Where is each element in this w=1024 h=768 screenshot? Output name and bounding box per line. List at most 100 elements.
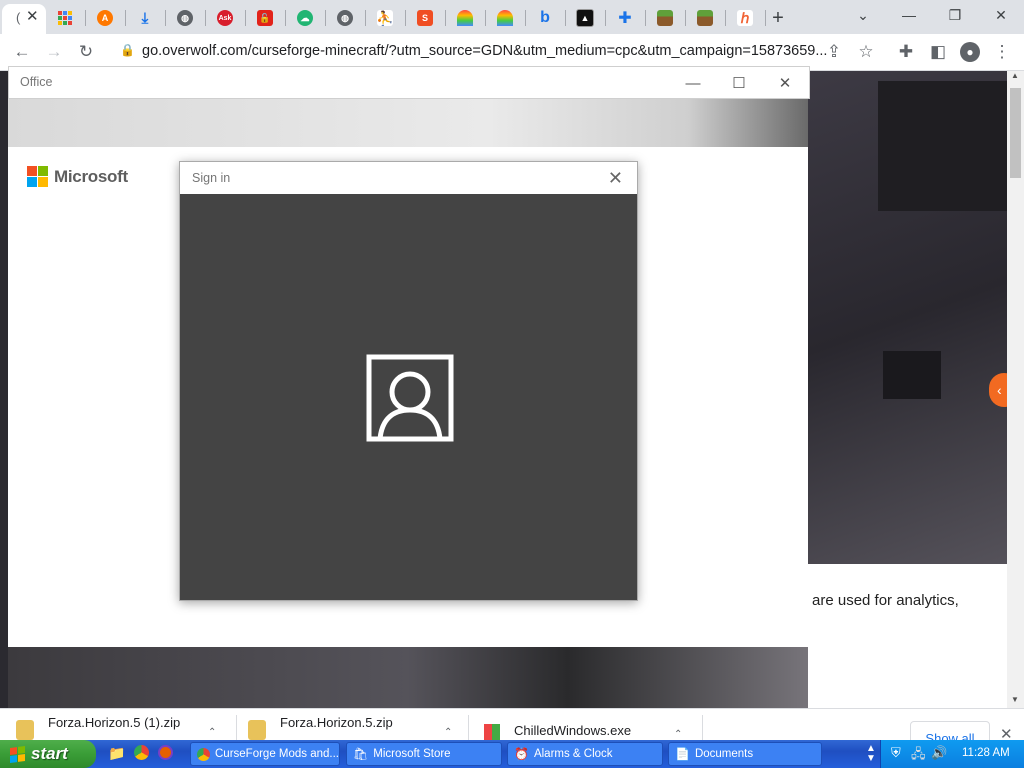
active-tab[interactable]: ( ✕ (2, 4, 46, 34)
chevron-left-icon: ‹ (997, 382, 1002, 398)
office-close-button[interactable]: ✕ (762, 69, 808, 97)
folder-icon[interactable]: 📁 (108, 745, 125, 762)
taskbar-item-alarms-clock[interactable]: ⏰ Alarms & Clock (507, 742, 663, 766)
firefox-icon[interactable] (158, 745, 173, 760)
user-account-icon (366, 354, 454, 442)
menu-button[interactable]: ⋮ (988, 38, 1016, 66)
taskbar-item-curseforge[interactable]: CurseForge Mods and... (190, 742, 340, 766)
start-label: start (31, 744, 68, 763)
chevron-up-icon[interactable]: ⌃ (208, 727, 216, 738)
chevron-up-icon[interactable]: ⌃ (674, 729, 682, 740)
avatar: ● (960, 42, 980, 62)
scroll-up-icon[interactable]: ▲ (1011, 71, 1019, 80)
curseforge-icon: ℎ (737, 10, 753, 26)
volume-icon[interactable]: 🔊 (931, 745, 947, 761)
signin-close-button[interactable]: ✕ (608, 168, 623, 189)
start-button[interactable]: start (0, 740, 96, 768)
tab-minecraft-2[interactable] (687, 4, 723, 32)
tab-globe-2[interactable]: ◍ (327, 4, 363, 32)
rainbow-icon (497, 10, 513, 26)
office-maximize-button[interactable]: ☐ (716, 69, 762, 97)
windows-flag-icon (10, 745, 25, 763)
signin-dialog: Sign in ✕ (179, 161, 638, 601)
extensions-button[interactable]: ✚ (892, 38, 920, 66)
forward-button[interactable]: → (40, 38, 68, 66)
profile-button[interactable]: ● (956, 38, 984, 66)
share-button[interactable]: ⇪ (820, 38, 848, 66)
tab-cloud[interactable]: ☁ (287, 4, 323, 32)
taskbar-item-label: Documents (694, 748, 754, 760)
show-all-button[interactable]: Show all (910, 721, 990, 741)
tab-bing[interactable]: b (527, 4, 563, 32)
microsoft-squares-icon (27, 166, 48, 187)
tab-photo[interactable]: ▲ (567, 4, 603, 32)
avast-icon: A (97, 10, 113, 26)
taskbar-clock: 11:28 AM (962, 747, 1010, 759)
tab-person[interactable]: ⛹ (367, 4, 403, 32)
close-window-button[interactable]: ✕ (978, 0, 1024, 30)
chevron-up-icon[interactable]: ⌃ (444, 727, 452, 738)
office-minimize-button[interactable]: — (670, 69, 716, 97)
exe-file-icon (484, 724, 500, 740)
network-icon[interactable]: 🖧 (911, 745, 926, 767)
tab-rainbow-1[interactable] (447, 4, 483, 32)
lock-icon: 🔒 (120, 43, 135, 57)
tab-unlock[interactable]: 🔓 (247, 4, 283, 32)
tab-strip: ( ✕ A ⤓ ◍ Ask 🔓 ☁ ◍ ⛹ S b ▲ ✚ ℎ + ⌄ — ❐ … (0, 0, 1024, 34)
maximize-icon: ☐ (732, 75, 746, 92)
chrome-icon[interactable] (134, 745, 149, 760)
minimize-icon: — (685, 74, 701, 92)
photo-icon: ▲ (576, 9, 594, 27)
scroll-down-icon[interactable]: ▼ (1011, 695, 1019, 704)
tab-rainbow-2[interactable] (487, 4, 523, 32)
ask-icon: Ask (217, 10, 233, 26)
tray-scroll-icon[interactable]: ▲ ▼ (866, 744, 876, 764)
office-window-title: Office (20, 75, 53, 89)
signin-dialog-title: Sign in (192, 171, 231, 185)
arrow-right-icon: → (45, 42, 63, 61)
taskbar-item-label: CurseForge Mods and... (215, 748, 340, 760)
kebab-menu-icon: ⋮ (993, 42, 1011, 61)
tab-downloads[interactable]: ⤓ (127, 4, 163, 32)
taskbar: start 📁 CurseForge Mods and... 🛍 Microso… (0, 740, 1024, 768)
download-item[interactable]: Forza.Horizon.5 (1).zip ⌃ (16, 709, 234, 741)
close-downloads-icon[interactable]: ✕ (1000, 725, 1013, 741)
close-tab-icon[interactable]: ✕ (26, 7, 39, 25)
share-icon: ⇪ (826, 42, 842, 61)
side-panel-button[interactable]: ◧ (924, 38, 952, 66)
minimize-button[interactable]: — (886, 0, 932, 30)
person-icon: ⛹ (376, 9, 394, 26)
bing-icon: b (540, 9, 550, 26)
new-tab-button[interactable]: + (760, 4, 796, 32)
restore-button[interactable]: ❐ (932, 0, 978, 30)
side-panel-icon: ◧ (929, 42, 947, 61)
tab-search-button[interactable]: ⌄ (840, 0, 886, 30)
url-text[interactable]: go.overwolf.com/curseforge-minecraft/?ut… (142, 43, 827, 59)
apps-grid-icon (58, 11, 72, 25)
tab-ask[interactable]: Ask (207, 4, 243, 32)
tab-avast[interactable]: A (87, 4, 123, 32)
tab-apps[interactable] (47, 4, 83, 32)
close-icon: ✕ (778, 75, 792, 92)
unlock-icon: 🔓 (257, 10, 273, 26)
taskbar-item-documents[interactable]: 📄 Documents (668, 742, 822, 766)
tab-shield[interactable]: S (407, 4, 443, 32)
tab-globe-1[interactable]: ◍ (167, 4, 203, 32)
download-item[interactable]: Forza.Horizon.5.zip ⌃ (248, 709, 466, 741)
scrollbar-thumb[interactable] (1010, 88, 1021, 178)
bookmark-button[interactable]: ☆ (852, 38, 880, 66)
hero-photo-bottom (8, 647, 808, 708)
chevron-down-icon: ⌄ (857, 6, 869, 23)
tab-curseforge[interactable]: ℎ (727, 4, 763, 32)
minimize-icon: — (902, 7, 916, 23)
chrome-icon (197, 747, 210, 761)
tab-puzzle[interactable]: ✚ (607, 4, 643, 32)
tab-minecraft-1[interactable] (647, 4, 683, 32)
office-window-titlebar: Office — ☐ ✕ (8, 66, 810, 99)
back-button[interactable]: ← (8, 38, 36, 66)
download-filename: Forza.Horizon.5.zip (280, 714, 393, 730)
security-shield-icon[interactable]: ⛨ (891, 745, 901, 761)
reload-button[interactable]: ↻ (72, 38, 100, 66)
taskbar-item-microsoft-store[interactable]: 🛍 Microsoft Store (346, 742, 502, 766)
download-item[interactable]: ChilledWindows.exe ⌃ (484, 709, 702, 741)
